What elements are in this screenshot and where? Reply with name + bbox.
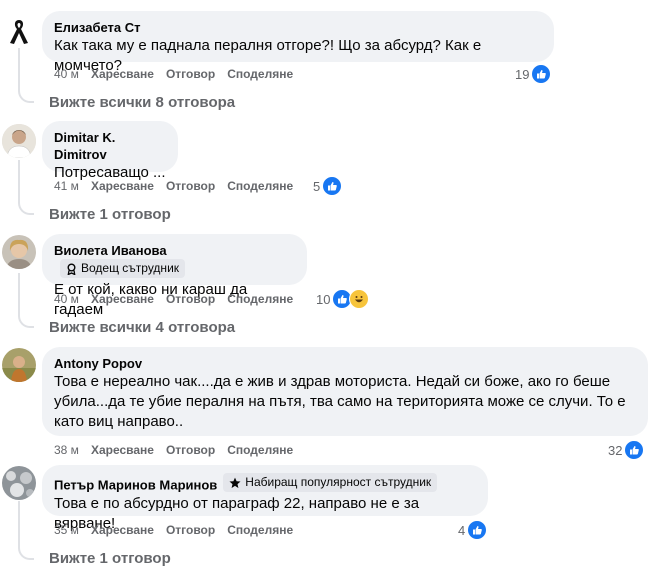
comment-time[interactable]: 40 м [54,67,79,81]
comment-actions: 41 м Харесване Отговор Споделяне [54,179,293,193]
view-replies-link[interactable]: Вижте всички 8 отговора [49,94,235,111]
reaction-count: 10 [316,291,331,307]
comment-text-line: Това е нереално чак....да е жив и здрав … [54,373,611,390]
comment-author-name[interactable]: Виолета Иванова [54,243,167,258]
comment-bubble: Елизабета Ст Как така му е паднала перал… [42,11,554,74]
comment-author[interactable]: Елизабета Ст [54,19,542,36]
like-button[interactable]: Харесване [91,443,154,457]
comment-time[interactable]: 35 м [54,523,79,537]
badge-label: Набиращ популярност сътрудник [245,475,432,489]
share-button[interactable]: Споделяне [227,443,293,457]
thread-line [18,273,34,328]
like-button[interactable]: Харесване [91,292,154,306]
contributor-badge[interactable]: Водещ сътрудник [60,259,186,278]
haha-reaction-icon [349,289,370,309]
reply-button[interactable]: Отговор [166,443,215,457]
comment-bubble: Antony Popov Това е нереално чак....да е… [42,347,648,436]
reaction-count: 4 [458,522,466,538]
avatar[interactable] [2,348,36,382]
comment-author[interactable]: Antony Popov [54,355,636,372]
person-photo-icon [2,124,36,158]
comment-author-name[interactable]: Петър Маринов Маринов [54,478,217,493]
reaction-summary[interactable]: 10 [316,289,370,309]
comment-text-line: като виц направо.. [54,413,184,430]
badge-label: Водещ сътрудник [81,261,180,275]
person-photo-icon [2,466,36,500]
reply-button[interactable]: Отговор [166,179,215,193]
like-button[interactable]: Харесване [91,67,154,81]
avatar[interactable] [2,14,36,48]
comment-author: Виолета Иванова Водещ сътрудник [54,242,295,280]
comment-actions: 40 м Харесване Отговор Споделяне [54,292,293,306]
comment-actions: 40 м Харесване Отговор Споделяне [54,67,293,81]
black-ribbon-icon [10,20,28,44]
like-reaction-icon [624,440,645,460]
comment-text-line: убила...да те убие пералня на пътя, тва … [54,393,626,410]
reaction-summary[interactable]: 19 [515,64,552,84]
comment-bubble: Петър Маринов Маринов Набиращ популярност… [42,465,488,532]
share-button[interactable]: Споделяне [227,292,293,306]
reaction-count: 5 [313,178,321,194]
avatar[interactable] [2,466,36,500]
comment-actions: 35 м Харесване Отговор Споделяне [54,523,293,537]
view-replies-link[interactable]: Вижте всички 4 отговора [49,319,235,336]
reaction-summary[interactable]: 32 [608,440,645,460]
comment-time[interactable]: 41 м [54,179,79,193]
reply-button[interactable]: Отговор [166,292,215,306]
avatar[interactable] [2,124,36,158]
comment-author: Петър Маринов Маринов Набиращ популярност… [54,473,476,494]
thread-line [18,160,34,215]
comment-time[interactable]: 40 м [54,292,79,306]
person-photo-icon [2,235,36,269]
comment-author[interactable]: Dimitar K. Dimitrov [54,129,166,163]
like-reaction-icon [322,176,343,196]
view-replies-link[interactable]: Вижте 1 отговор [49,550,171,567]
like-button[interactable]: Харесване [91,179,154,193]
award-icon [67,263,76,275]
avatar[interactable] [2,235,36,269]
share-button[interactable]: Споделяне [227,179,293,193]
reaction-count: 19 [515,66,530,82]
like-reaction-icon [531,64,552,84]
comment-bubble: Dimitar K. Dimitrov Потресаващо ... [42,121,178,181]
contributor-badge[interactable]: Набиращ популярност сътрудник [223,473,438,492]
thread-line [18,48,34,103]
reaction-summary[interactable]: 5 [313,176,343,196]
comment-actions: 38 м Харесване Отговор Споделяне [54,443,293,457]
comment-time[interactable]: 38 м [54,443,79,457]
reaction-count: 32 [608,442,623,458]
like-reaction-icon [467,520,488,540]
thread-line [18,501,34,560]
view-replies-link[interactable]: Вижте 1 отговор [49,206,171,223]
share-button[interactable]: Споделяне [227,523,293,537]
reply-button[interactable]: Отговор [166,67,215,81]
comment-bubble: Виолета Иванова Водещ сътрудник Е от кой,… [42,234,307,318]
reply-button[interactable]: Отговор [166,523,215,537]
like-button[interactable]: Харесване [91,523,154,537]
reaction-summary[interactable]: 4 [458,520,488,540]
star-icon [229,477,241,488]
share-button[interactable]: Споделяне [227,67,293,81]
person-photo-icon [2,348,36,382]
